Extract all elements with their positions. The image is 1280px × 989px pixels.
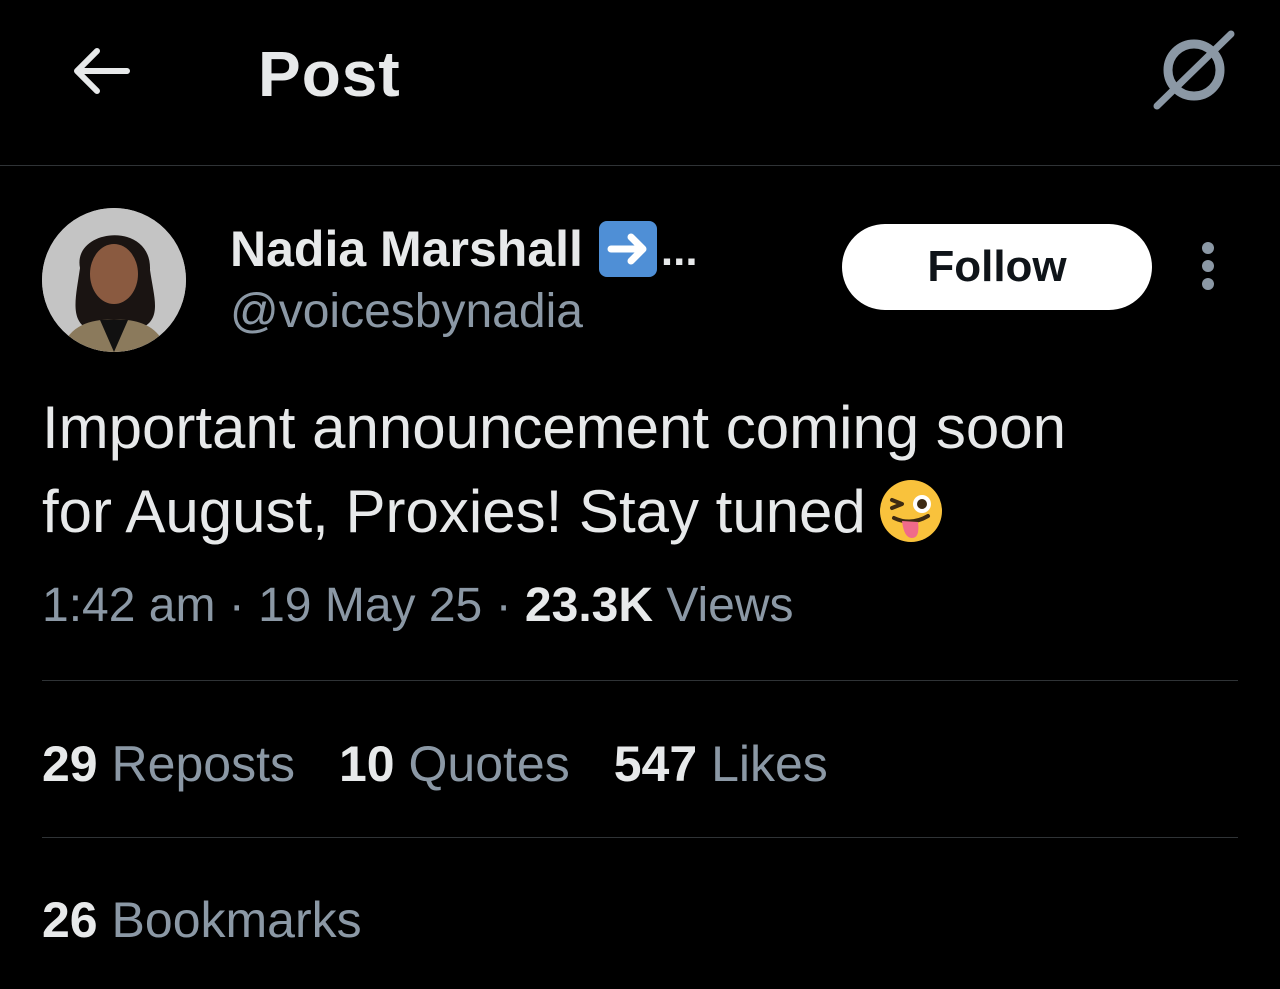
tweet-time[interactable]: 1:42 am	[42, 579, 215, 632]
reposts-label: Reposts	[111, 736, 295, 792]
quotes-count: 10	[338, 736, 395, 792]
engagement-stats: 29 Reposts 10 Quotes 547 Likes	[42, 732, 828, 796]
tweet-date[interactable]: 19 May 25	[258, 579, 482, 632]
more-options-button[interactable]	[1188, 236, 1228, 296]
tweet-meta: 1:42 am · 19 May 25 · 23.3K Views	[42, 574, 794, 638]
views-count: 23.3K	[524, 579, 654, 632]
back-button[interactable]	[62, 36, 138, 106]
divider	[42, 837, 1238, 838]
right-arrow-emoji-icon	[598, 221, 657, 277]
tweet-line-2-wrap: for August, Proxies! Stay tuned	[42, 470, 1242, 566]
quotes-label: Quotes	[408, 736, 570, 792]
likes-count: 547	[613, 736, 698, 792]
more-dot-icon	[1202, 260, 1214, 272]
meta-separator: ·	[495, 579, 512, 632]
tweet-line-2: for August, Proxies! Stay tuned	[42, 478, 866, 545]
grok-button[interactable]	[1148, 26, 1240, 112]
tweet-text: Important announcement coming soon for A…	[42, 386, 1242, 566]
top-bar: Post	[0, 0, 1280, 166]
winking-face-with-tongue-emoji-icon	[878, 478, 944, 566]
divider	[42, 680, 1238, 681]
user-handle[interactable]: @voicesbynadia	[230, 282, 583, 342]
profile-photo	[42, 208, 186, 352]
more-dot-icon	[1202, 242, 1214, 254]
display-name[interactable]: Nadia Marshall	[230, 220, 583, 278]
reposts-stat[interactable]: 29 Reposts	[42, 732, 295, 796]
arrow-left-icon	[74, 48, 130, 94]
name-truncation: ...	[660, 226, 698, 275]
likes-stat[interactable]: 547 Likes	[614, 732, 828, 796]
avatar[interactable]	[42, 208, 186, 352]
bookmarks-count: 26	[42, 892, 98, 948]
more-dot-icon	[1202, 278, 1214, 290]
quotes-stat[interactable]: 10 Quotes	[339, 732, 570, 796]
meta-separator: ·	[228, 579, 245, 632]
reposts-count: 29	[42, 736, 98, 792]
views-label: Views	[666, 579, 794, 632]
follow-button[interactable]: Follow	[842, 224, 1152, 310]
author-name-row[interactable]: Nadia Marshall ...	[230, 218, 698, 280]
likes-label: Likes	[711, 736, 828, 792]
bookmarks-stat[interactable]: 26 Bookmarks	[42, 888, 362, 952]
page-title: Post	[258, 38, 401, 110]
grok-icon	[1153, 30, 1235, 110]
tweet-line-1: Important announcement coming soon	[42, 394, 1066, 461]
bookmarks-label: Bookmarks	[111, 892, 362, 948]
